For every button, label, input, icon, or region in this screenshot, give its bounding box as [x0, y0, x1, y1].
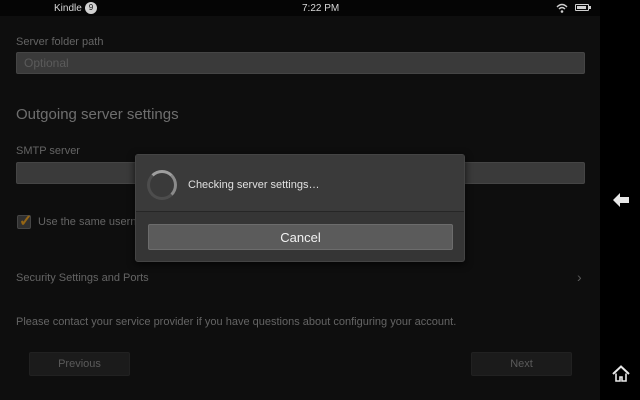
app-name: Kindle — [54, 3, 82, 14]
checking-settings-dialog: Checking server settings… Cancel — [135, 154, 465, 262]
dialog-message: Checking server settings… — [188, 179, 320, 191]
home-icon[interactable] — [612, 365, 630, 383]
device-sidebar — [600, 0, 640, 400]
notification-badge[interactable]: 9 — [85, 2, 97, 14]
battery-icon — [575, 4, 591, 11]
loading-spinner-icon — [147, 170, 177, 200]
clock: 7:22 PM — [302, 3, 340, 14]
status-bar: Kindle 9 7:22 PM — [0, 0, 600, 16]
back-arrow-icon[interactable] — [612, 192, 630, 208]
cancel-button[interactable]: Cancel — [148, 224, 453, 250]
wifi-icon — [556, 3, 568, 13]
